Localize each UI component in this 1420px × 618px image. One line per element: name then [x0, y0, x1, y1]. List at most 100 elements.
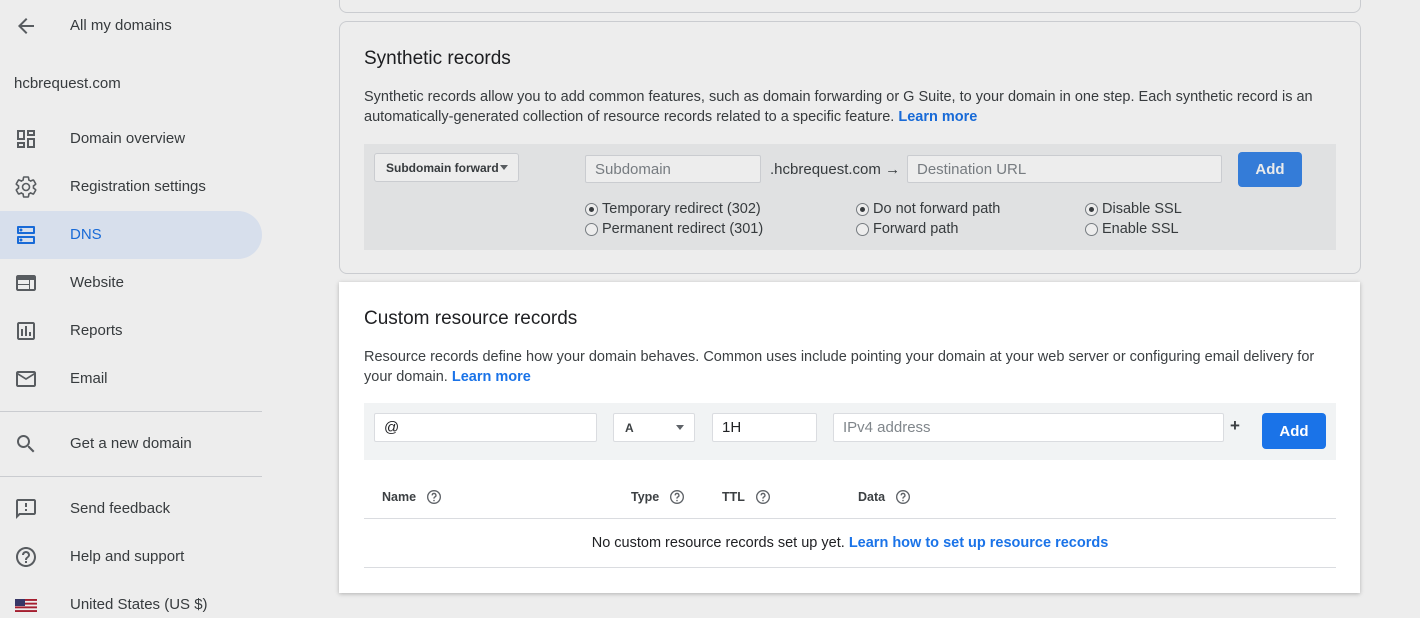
- record-type-value: A: [625, 421, 634, 435]
- dashboard-icon: [17, 130, 35, 148]
- mail-icon: [16, 371, 36, 387]
- record-type-select[interactable]: A: [613, 413, 695, 442]
- record-add-button[interactable]: Add: [1262, 413, 1326, 449]
- feedback-icon: [16, 499, 36, 519]
- radio-dot: [585, 222, 598, 236]
- synthetic-type-select[interactable]: Subdomain forward: [374, 153, 519, 182]
- ttl-input[interactable]: [712, 413, 817, 442]
- synthetic-records-card: Synthetic records Synthetic records allo…: [339, 21, 1361, 274]
- locale-selector[interactable]: United States (US $): [0, 581, 262, 618]
- column-header-name: Name: [382, 489, 442, 505]
- bar-chart-icon: [17, 322, 35, 340]
- sidebar-item-label: Domain overview: [70, 130, 186, 147]
- help-circle-icon[interactable]: [755, 489, 771, 505]
- radio-label: Temporary redirect (302): [602, 201, 761, 217]
- empty-records-message: No custom resource records set up yet. L…: [364, 519, 1336, 568]
- domain-suffix: .hcbrequest.com →: [770, 161, 900, 178]
- destination-url-input[interactable]: [907, 155, 1222, 183]
- column-header-label: Name: [382, 490, 417, 504]
- get-domain-label: Get a new domain: [70, 435, 192, 452]
- custom-description: Resource records define how your domain …: [364, 347, 1324, 387]
- radio-temporary-redirect[interactable]: Temporary redirect (302): [585, 201, 761, 217]
- sidebar-item-label: Website: [70, 274, 124, 291]
- help-support-link[interactable]: Help and support: [0, 533, 262, 581]
- column-header-label: Type: [631, 490, 660, 504]
- send-feedback-link[interactable]: Send feedback: [0, 485, 262, 533]
- radio-label: Enable SSL: [1102, 221, 1179, 237]
- sidebar-item-registration-settings[interactable]: Registration settings: [0, 163, 262, 211]
- sidebar-item-label: Registration settings: [70, 178, 206, 195]
- radio-disable-ssl[interactable]: Disable SSL: [1085, 201, 1182, 217]
- sidebar: All my domains hcbrequest.com Domain ove…: [0, 0, 262, 618]
- previous-card: [339, 0, 1361, 13]
- radio-permanent-redirect[interactable]: Permanent redirect (301): [585, 221, 763, 237]
- column-header-type: Type: [631, 489, 685, 505]
- column-header-ttl: TTL: [722, 489, 771, 505]
- radio-enable-ssl[interactable]: Enable SSL: [1085, 221, 1179, 237]
- column-header-data: Data: [858, 489, 911, 505]
- synthetic-type-value: Subdomain forward: [386, 161, 499, 175]
- help-circle-icon[interactable]: [669, 489, 685, 505]
- sidebar-item-label: Reports: [70, 322, 123, 339]
- record-name-input[interactable]: [374, 413, 597, 442]
- search-icon: [17, 435, 35, 453]
- help-circle-icon[interactable]: [895, 489, 911, 505]
- radio-do-not-forward-path[interactable]: Do not forward path: [856, 201, 1000, 217]
- arrow-right-icon: →: [885, 161, 901, 178]
- sidebar-divider: [0, 476, 262, 477]
- radio-dot: [1085, 202, 1098, 216]
- custom-resource-records-card: Custom resource records Resource records…: [339, 282, 1360, 593]
- domain-name: hcbrequest.com: [14, 75, 121, 92]
- web-icon: [16, 275, 36, 291]
- sidebar-item-domain-overview[interactable]: Domain overview: [0, 115, 262, 163]
- help-icon: [16, 547, 36, 567]
- domain-suffix-text: .hcbrequest.com: [770, 161, 881, 178]
- sidebar-item-website[interactable]: Website: [0, 259, 262, 307]
- gear-icon: [15, 176, 37, 198]
- us-flag-icon: [15, 599, 37, 612]
- get-new-domain-link[interactable]: Get a new domain: [0, 420, 262, 468]
- synthetic-description: Synthetic records allow you to add commo…: [364, 87, 1324, 127]
- dns-icon: [17, 226, 35, 244]
- feedback-label: Send feedback: [70, 500, 171, 517]
- record-data-input[interactable]: [833, 413, 1224, 442]
- radio-dot: [856, 202, 869, 216]
- radio-dot: [856, 222, 869, 236]
- synthetic-description-text: Synthetic records allow you to add commo…: [364, 89, 1313, 125]
- sidebar-item-label: DNS: [70, 226, 102, 243]
- back-to-domains-link[interactable]: All my domains: [0, 0, 262, 52]
- chevron-down-icon: [676, 425, 684, 430]
- custom-learn-more-link[interactable]: Learn more: [452, 369, 531, 385]
- synthetic-title: Synthetic records: [364, 48, 511, 69]
- sidebar-divider: [0, 411, 262, 412]
- locale-label: United States (US $): [70, 596, 208, 613]
- column-header-label: Data: [858, 490, 886, 504]
- sidebar-item-label: Email: [70, 370, 108, 387]
- synthetic-learn-more-link[interactable]: Learn more: [898, 109, 977, 125]
- back-label: All my domains: [70, 17, 172, 34]
- help-label: Help and support: [70, 548, 185, 565]
- custom-title: Custom resource records: [364, 308, 578, 329]
- help-circle-icon[interactable]: [426, 489, 442, 505]
- synthetic-add-button[interactable]: Add: [1238, 152, 1302, 187]
- setup-records-link[interactable]: Learn how to set up resource records: [849, 535, 1108, 551]
- radio-label: Do not forward path: [873, 201, 1001, 217]
- records-table-header: Name Type TTL Data: [364, 478, 1336, 519]
- chevron-down-icon: [500, 165, 508, 170]
- radio-dot: [585, 202, 598, 216]
- radio-label: Permanent redirect (301): [602, 221, 764, 237]
- arrow-back-icon: [18, 18, 34, 34]
- sidebar-item-reports[interactable]: Reports: [0, 307, 262, 355]
- radio-label: Disable SSL: [1102, 201, 1182, 217]
- empty-text: No custom resource records set up yet.: [591, 535, 845, 551]
- radio-label: Forward path: [873, 221, 959, 237]
- column-header-label: TTL: [722, 490, 745, 504]
- subdomain-input[interactable]: [585, 155, 761, 183]
- radio-forward-path[interactable]: Forward path: [856, 221, 958, 237]
- synthetic-form-panel: Subdomain forward .hcbrequest.com → Add …: [364, 144, 1336, 250]
- resource-record-form: A + Add: [364, 403, 1336, 460]
- sidebar-item-dns[interactable]: DNS: [0, 211, 262, 259]
- sidebar-item-email[interactable]: Email: [0, 355, 262, 403]
- radio-dot: [1085, 222, 1098, 236]
- add-field-plus-icon[interactable]: +: [1230, 416, 1240, 436]
